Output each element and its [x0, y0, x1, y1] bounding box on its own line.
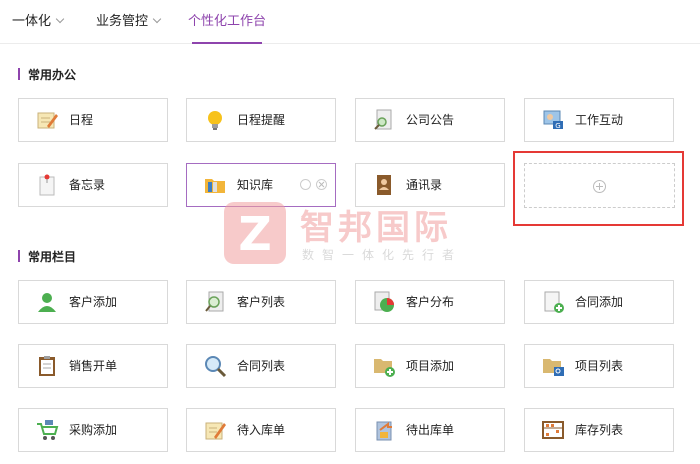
nav-item-integration[interactable]: 一体化 — [12, 0, 65, 44]
tile-customer-list[interactable]: 客户列表 — [186, 280, 336, 324]
tile-schedule-reminder[interactable]: 日程提醒 — [186, 98, 336, 142]
tile-customer-add[interactable]: 客户添加 — [18, 280, 168, 324]
lightbulb-icon — [208, 111, 222, 130]
tile-company-announcement[interactable]: 公司公告 — [355, 98, 505, 142]
plus-circle-icon — [593, 180, 606, 193]
tile-knowledge-base[interactable]: 知识库 — [186, 163, 336, 207]
tile-inventory-list[interactable]: 库存列表 — [524, 408, 674, 452]
tile-address-book[interactable]: 通讯录 — [355, 163, 505, 207]
tile-label: 采购添加 — [69, 423, 118, 437]
tile-label: 工作互动 — [575, 113, 624, 127]
watermark: Z 智邦国际 数智一体化先行者 — [222, 200, 482, 266]
top-navigation: 一体化 业务管控 个性化工作台 — [0, 0, 700, 44]
svg-text:G: G — [555, 122, 560, 130]
user-monitor-icon: G — [543, 110, 563, 130]
tile-purchase-add[interactable]: 采购添加 — [18, 408, 168, 452]
tile-work-interaction[interactable]: G 工作互动 — [524, 98, 674, 142]
tile-label: 库存列表 — [575, 423, 624, 437]
chevron-down-icon — [152, 14, 162, 24]
tile-label: 项目添加 — [406, 359, 455, 373]
watermark-title: 智邦国际 — [300, 208, 452, 248]
user-add-icon — [38, 293, 56, 312]
clipboard-icon — [39, 356, 55, 376]
note-pencil-icon — [205, 422, 226, 440]
tile-sales-order[interactable]: 销售开单 — [18, 344, 168, 388]
tile-label: 客户列表 — [237, 295, 286, 309]
tile-label: 合同添加 — [575, 295, 624, 309]
tile-label: 通讯录 — [406, 178, 443, 192]
tile-schedule[interactable]: 日程 — [18, 98, 168, 142]
tile-memo[interactable]: 备忘录 — [18, 163, 168, 207]
nav-item-label: 个性化工作台 — [187, 14, 266, 29]
section-title-office: 常用办公 — [18, 66, 76, 83]
tile-label: 公司公告 — [406, 113, 455, 127]
tile-label: 销售开单 — [69, 359, 118, 373]
add-tile-button[interactable] — [524, 163, 675, 208]
nav-item-business-control[interactable]: 业务管控 — [96, 0, 162, 44]
document-add-icon — [544, 291, 564, 313]
tile-project-add[interactable]: 项目添加 — [355, 344, 505, 388]
folder-icon — [205, 179, 225, 193]
tile-pending-outbound[interactable]: 待出库单 — [355, 408, 505, 452]
tile-label: 项目列表 — [575, 359, 624, 373]
watermark-logo-letter: Z — [238, 207, 271, 261]
tile-contract-add[interactable]: 合同添加 — [524, 280, 674, 324]
magnifier-icon — [205, 356, 227, 378]
address-book-icon — [377, 175, 391, 195]
tile-contract-list[interactable]: 合同列表 — [186, 344, 336, 388]
watermark-subtitle: 数智一体化先行者 — [302, 248, 463, 262]
tile-label: 待入库单 — [237, 423, 286, 437]
folder-list-icon — [543, 359, 564, 376]
tile-pending-inbound[interactable]: 待入库单 — [186, 408, 336, 452]
tile-customer-distribution[interactable]: 客户分布 — [355, 280, 505, 324]
clipboard-arrow-icon — [376, 421, 392, 441]
notepad-pencil-icon — [37, 112, 58, 129]
tile-label: 备忘录 — [69, 178, 106, 192]
document-search-icon — [374, 109, 392, 130]
nav-item-label: 业务管控 — [96, 14, 149, 29]
tile-project-list[interactable]: 项目列表 — [524, 344, 674, 388]
tile-label: 客户分布 — [406, 295, 455, 309]
tile-label: 知识库 — [237, 178, 274, 192]
tile-label: 日程提醒 — [237, 113, 286, 127]
tile-label: 合同列表 — [237, 359, 286, 373]
nav-item-label: 一体化 — [12, 14, 52, 29]
magnifier-doc-icon — [205, 291, 224, 312]
watermark-logo: Z — [224, 202, 286, 264]
cart-icon — [37, 420, 59, 440]
section-title-columns: 常用栏目 — [18, 248, 76, 265]
chevron-down-icon — [55, 14, 65, 24]
folder-add-icon — [374, 359, 395, 377]
gear-icon[interactable] — [300, 179, 311, 190]
pinned-note-icon — [39, 174, 55, 196]
tile-label: 日程 — [69, 113, 94, 127]
close-icon[interactable] — [316, 179, 327, 190]
tile-label: 客户添加 — [69, 295, 118, 309]
pie-chart-icon — [374, 291, 394, 312]
abacus-icon — [542, 421, 564, 439]
nav-item-personal-workbench[interactable]: 个性化工作台 — [172, 0, 282, 44]
tile-label: 待出库单 — [406, 423, 455, 437]
